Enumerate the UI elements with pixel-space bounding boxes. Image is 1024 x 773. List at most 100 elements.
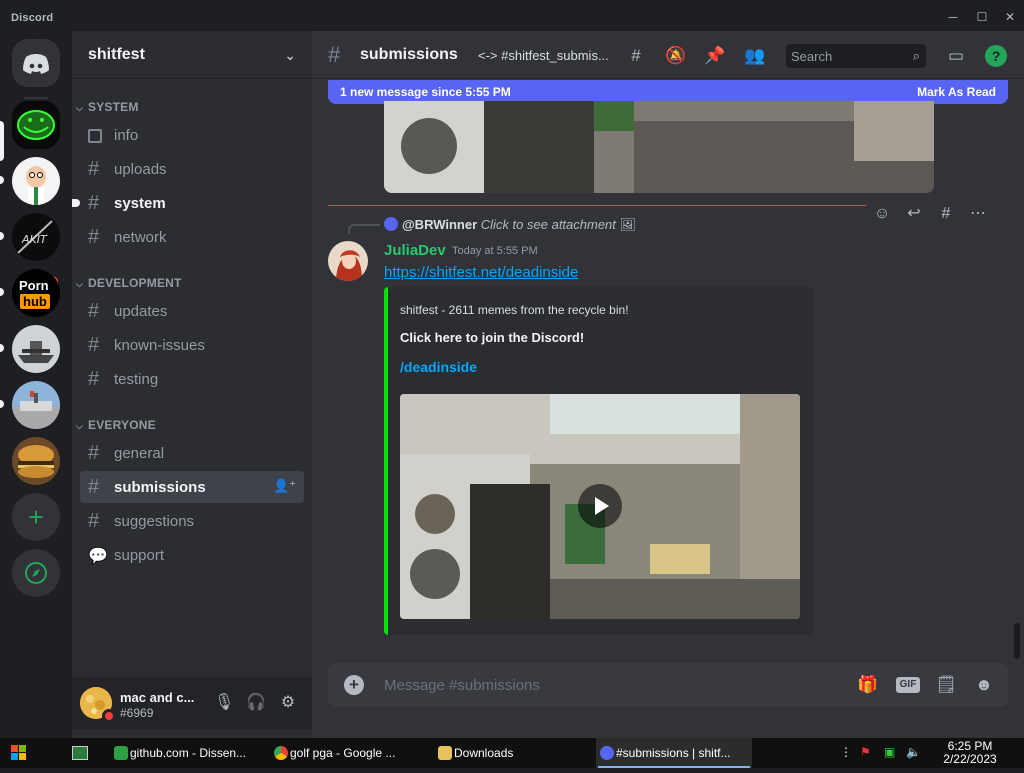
home-button[interactable] [12,39,60,87]
guild-icon-akit[interactable]: AKIT [12,213,60,261]
taskbar-label: golf pga - Google ... [290,746,396,760]
channel-general[interactable]: # general [80,437,304,469]
reply-icon[interactable]: ↩ [902,202,926,226]
channel-testing[interactable]: # testing [80,363,304,395]
channel-known-issues[interactable]: # known-issues [80,329,304,361]
message-link[interactable]: https://shitfest.net/deadinside [384,264,578,281]
category-everyone[interactable]: ⌵ EVERYONE [76,418,156,432]
channel-submissions[interactable]: # submissions 👤⁺ [80,471,304,503]
taskbar-item-downloads[interactable]: Downloads [434,738,590,768]
search-icon: ⌕ [912,48,920,63]
channel-label: network [114,229,167,246]
title-bar: Discord ─ ☐ ✕ [0,0,1024,31]
taskbar-item-chrome[interactable]: golf pga - Google ... [270,738,426,768]
help-icon[interactable]: ? [985,45,1007,67]
server-header[interactable]: shitfest ⌄ [72,31,312,79]
clock[interactable]: 6:25 PM 2/22/2023 [928,740,1012,766]
channel-info[interactable]: info [80,119,304,151]
guild-icon-hub[interactable]: Porn hub [12,269,60,317]
headphones-icon[interactable]: 🎧 [246,693,266,713]
compass-icon [25,562,47,584]
channel-label: general [114,445,165,462]
attach-plus-icon[interactable]: + [344,675,364,695]
guild-icon-building[interactable] [12,381,60,429]
message-composer[interactable]: + Message #submissions 🎁 GIF 🗒 ☻ [328,663,1008,707]
channel-title: submissions [360,46,458,63]
taskbar-label: github.com - Dissen... [130,746,247,760]
unread-pill [0,232,4,240]
channel-sidebar: shitfest ⌄ ⌵ SYSTEM info # uploads # syst… [72,31,312,738]
overflow-icon[interactable]: ⋮ [840,745,852,759]
discord-icon [600,746,614,760]
embed-video[interactable] [400,394,800,619]
threads-icon[interactable]: # [625,45,647,67]
volume-icon[interactable]: 🔈 [906,745,921,759]
sticker-icon[interactable]: 🗒 [934,674,958,696]
taskbar-item-discord[interactable]: #submissions | shitf... [596,738,752,768]
dnd-status-icon [102,709,116,723]
category-system[interactable]: ⌵ SYSTEM [76,100,139,114]
reply-reference[interactable]: @BRWinner Click to see attachment 🖼 [384,217,636,233]
task-view-icon[interactable] [72,746,88,760]
pin-icon[interactable]: 📌 [704,45,726,67]
embed-description[interactable]: /deadinside [400,359,477,375]
channel-uploads[interactable]: # uploads [80,153,304,185]
message-author[interactable]: JuliaDev [384,242,446,259]
hash-icon: # [88,334,100,356]
chat-area: # submissions <-> #shitfest_submis... # … [312,31,1024,738]
collapse-arrow-icon: ⌵ [76,103,84,113]
gear-icon[interactable]: ⚙ [278,693,298,713]
start-button[interactable] [0,738,54,768]
scrollbar[interactable] [1014,623,1020,659]
add-server-button[interactable]: + [12,493,60,541]
minimize-icon[interactable]: ─ [946,10,960,24]
channel-system[interactable]: # system [72,187,304,219]
mute-bell-icon[interactable]: 🔕 [665,45,687,67]
unread-pill [0,400,4,408]
invite-user-icon[interactable]: 👤⁺ [273,478,296,494]
explore-servers-button[interactable] [12,549,60,597]
taskbar-item-github[interactable]: github.com - Dissen... [110,738,266,768]
avatar[interactable] [328,241,368,281]
search-input[interactable]: Search ⌕ [786,44,926,68]
guild-icon-burger[interactable] [12,437,60,485]
guild-icon-trollface[interactable] [12,101,60,149]
microphone-icon[interactable]: 🎙 [214,693,234,713]
add-reaction-icon[interactable]: ☺ [870,202,894,226]
more-options-icon[interactable]: ⋯ [966,202,990,226]
flag-icon[interactable]: ⚑ [860,745,871,759]
guild-icon-peter[interactable] [12,157,60,205]
channel-updates[interactable]: # updates [80,295,304,327]
chrome-icon [274,746,288,760]
create-thread-icon[interactable]: # [934,202,958,226]
channel-label: support [114,547,165,564]
message-input[interactable]: Message #submissions [384,677,540,694]
close-icon[interactable]: ✕ [1003,10,1017,24]
embed-provider: shitfest - 2611 memes from the recycle b… [400,303,629,317]
channel-network[interactable]: # network [80,221,304,253]
user-panel: mac and c... #6969 🎙 🎧 ⚙ [72,677,312,729]
channel-support[interactable]: 💬 support [80,539,304,571]
network-icon[interactable]: ▣ [884,745,895,759]
members-icon[interactable]: 👥 [744,45,766,67]
channel-topic[interactable]: <-> #shitfest_submis... [478,48,620,63]
unread-pill [0,344,4,352]
mark-as-read-button[interactable]: Mark As Read [917,85,996,99]
inbox-icon[interactable]: ▭ [945,45,967,67]
emoji-icon[interactable]: ☻ [972,674,996,696]
category-label: SYSTEM [88,100,139,114]
channel-suggestions[interactable]: # suggestions [80,505,304,537]
maximize-icon[interactable]: ☐ [975,10,989,24]
unread-pill [0,288,4,296]
windows-logo-icon [11,745,26,760]
collapse-arrow-icon: ⌵ [76,421,84,431]
gif-button[interactable]: GIF [896,677,920,693]
play-icon[interactable] [578,484,622,528]
hash-icon: # [328,42,341,67]
gift-icon[interactable]: 🎁 [856,674,880,696]
plus-icon: + [28,502,44,532]
category-development[interactable]: ⌵ DEVELOPMENT [76,276,182,290]
channel-label: testing [114,371,159,388]
guild-icon-aircraft[interactable] [12,325,60,373]
previous-attachment-image[interactable] [384,101,934,193]
